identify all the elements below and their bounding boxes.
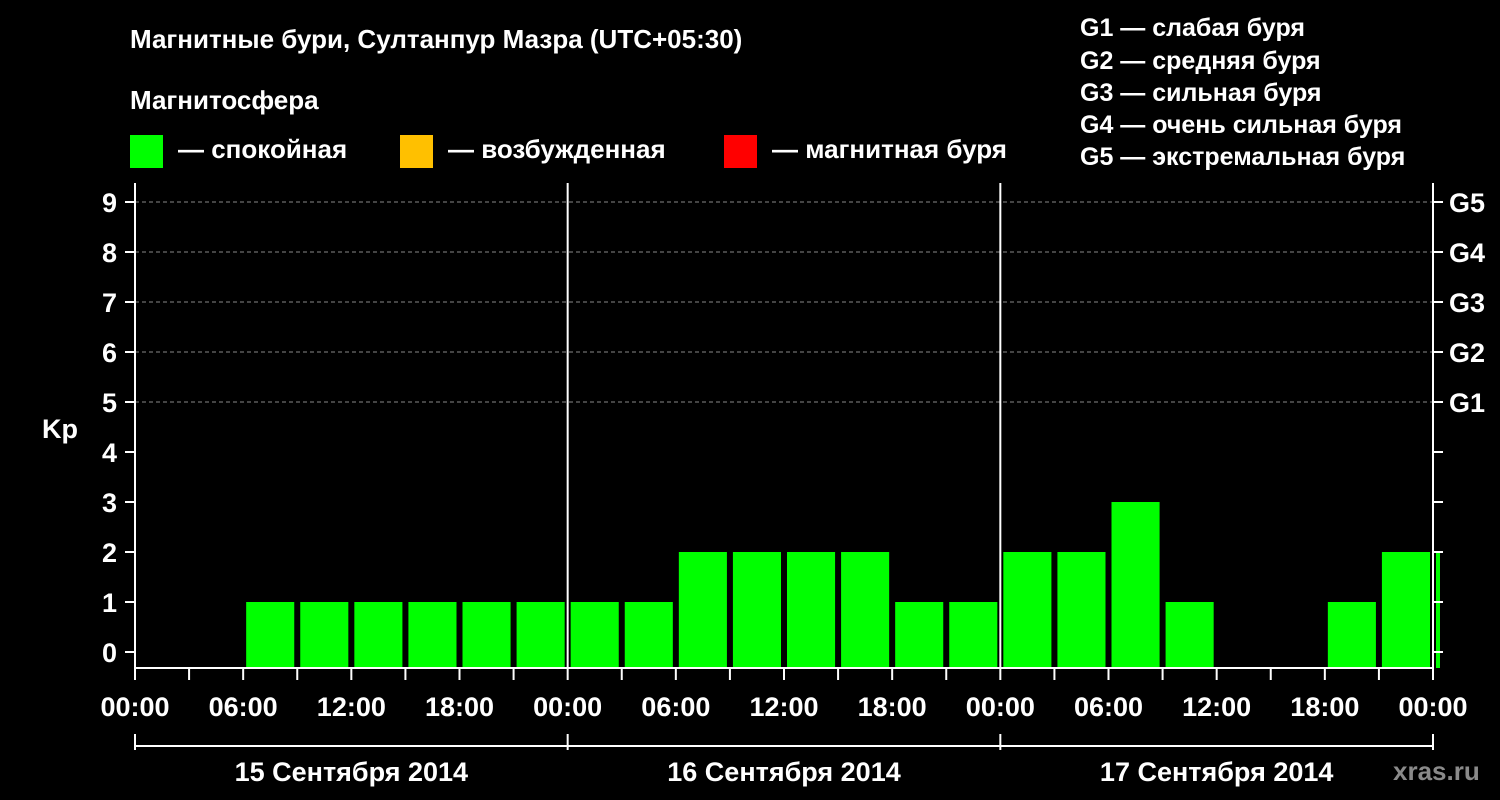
kp-bar [300, 602, 349, 668]
g-scale-item: G2 — средняя буря [1080, 47, 1321, 75]
day-label: 15 Сентября 2014 [235, 757, 468, 787]
kp-chart: Магнитные бури, Султанпур Мазра (UTC+05:… [42, 14, 1485, 787]
kp-bar [1003, 552, 1052, 668]
legend-swatch-storm [724, 135, 757, 168]
bars [246, 502, 1440, 668]
kp-bar [787, 552, 836, 668]
y-tick-label: 1 [102, 588, 117, 618]
g-level-label: G1 [1449, 388, 1485, 418]
kp-bar [624, 602, 673, 668]
g-scale-item: G5 — экстремальная буря [1080, 143, 1405, 171]
x-ticks: 00:00 06:00 12:00 18:00 00:00 06:00 12:00 18:00… [100, 668, 1468, 722]
x-tick-label: 12:00 [749, 692, 818, 722]
kp-bar [678, 552, 727, 668]
x-tick-label: 06:00 [209, 692, 278, 722]
g-scale-legend: G1 — слабая буря G2 — средняя буря G3 — … [1080, 14, 1405, 171]
g-scale-item: G4 — очень сильная буря [1080, 111, 1402, 139]
grid-lines [135, 201, 1433, 403]
kp-bar [1436, 552, 1440, 668]
g-level-label: G3 [1449, 288, 1485, 318]
brand-watermark: xras.ru [1393, 756, 1480, 786]
legend-swatch-quiet [130, 135, 163, 168]
kp-bar [570, 602, 619, 668]
x-tick-label: 06:00 [641, 692, 710, 722]
kp-bar [841, 552, 890, 668]
y-tick-label: 6 [102, 338, 117, 368]
y-axis-label: Kp [42, 414, 78, 444]
kp-bar [408, 602, 457, 668]
x-tick-label: 00:00 [100, 692, 169, 722]
y-tick-label: 0 [102, 638, 117, 668]
legend-label-storm: — магнитная буря [772, 134, 1007, 164]
x-tick-label: 00:00 [533, 692, 602, 722]
kp-bar [1165, 602, 1214, 668]
kp-bar [516, 602, 565, 668]
kp-bar [895, 602, 944, 668]
y-tick-label: 4 [102, 438, 117, 468]
g-scale-item: G3 — сильная буря [1080, 79, 1322, 107]
day-label: 16 Сентября 2014 [667, 757, 900, 787]
y-tick-label: 2 [102, 538, 117, 568]
x-tick-label: 12:00 [317, 692, 386, 722]
y-tick-label: 5 [102, 388, 117, 418]
day-label: 17 Сентября 2014 [1100, 757, 1333, 787]
kp-bar [949, 602, 998, 668]
legend-label-quiet: — спокойная [178, 134, 347, 164]
kp-bar [354, 602, 403, 668]
x-tick-label: 06:00 [1074, 692, 1143, 722]
legend-label-excited: — возбужденная [448, 134, 666, 164]
x-tick-label: 00:00 [1398, 692, 1467, 722]
kp-bar [1327, 602, 1376, 668]
g-scale-item: G1 — слабая буря [1080, 14, 1305, 42]
color-legend: — спокойная — возбужденная — магнитная б… [130, 134, 1007, 168]
kp-bar [1381, 552, 1430, 668]
x-tick-label: 12:00 [1182, 692, 1251, 722]
y-tick-label: 8 [102, 238, 117, 268]
y-tick-label: 3 [102, 488, 117, 518]
kp-bar [1057, 552, 1106, 668]
day-labels: 15 Сентября 2014 16 Сентября 2014 17 Сентя… [134, 734, 1434, 787]
g-level-label: G2 [1449, 338, 1485, 368]
axes [134, 183, 1434, 669]
kp-bar [1111, 502, 1160, 668]
x-tick-label: 18:00 [858, 692, 927, 722]
g-level-label: G5 [1449, 188, 1485, 218]
chart-title: Магнитные бури, Султанпур Мазра (UTC+05:… [130, 24, 742, 54]
y-tick-label: 7 [102, 288, 117, 318]
legend-swatch-excited [400, 135, 433, 168]
x-tick-label: 18:00 [1290, 692, 1359, 722]
kp-bar [462, 602, 511, 668]
right-g-ticks: G1 G2 G3 G4 G5 [1449, 188, 1485, 418]
x-tick-label: 00:00 [966, 692, 1035, 722]
kp-bar [246, 602, 295, 668]
y-tick-label: 9 [102, 188, 117, 218]
chart-subtitle: Магнитосфера [130, 85, 319, 115]
g-level-label: G4 [1449, 238, 1485, 268]
kp-bar [732, 552, 781, 668]
x-tick-label: 18:00 [425, 692, 494, 722]
